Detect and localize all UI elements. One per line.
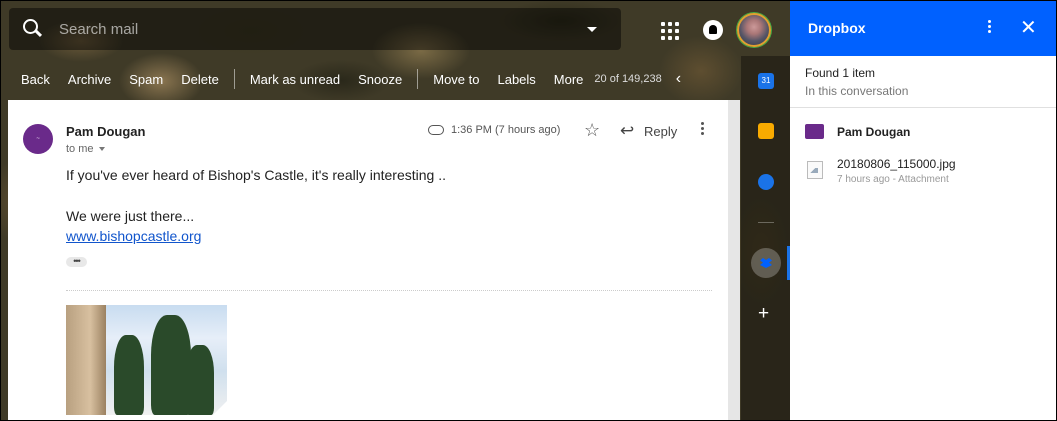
side-panel-strip: [741, 56, 790, 420]
image-file-icon[interactable]: [807, 161, 823, 179]
spam-button[interactable]: Spam: [120, 72, 172, 87]
website-link[interactable]: www.bishopcastle.org: [66, 228, 201, 244]
search-options-icon[interactable]: [587, 26, 597, 32]
mark-unread-button[interactable]: Mark as unread: [241, 72, 349, 87]
show-trimmed-content-button[interactable]: •••: [66, 257, 87, 267]
search-bar[interactable]: [9, 8, 621, 50]
results-scope: In this conversation: [805, 84, 909, 98]
sender-avatar[interactable]: ~: [23, 124, 53, 154]
email-scrollbar[interactable]: [728, 100, 740, 420]
reply-icon[interactable]: ↩: [620, 121, 634, 141]
search-icon[interactable]: [23, 19, 43, 39]
toolbar-divider: [417, 69, 419, 89]
message-toolbar: Back Archive Spam Delete Mark as unread …: [1, 59, 741, 99]
sender-avatar: [805, 124, 824, 139]
message-time: 1:36 PM (7 hours ago): [451, 124, 561, 136]
recipient-label: to me: [66, 143, 94, 155]
delete-button[interactable]: Delete: [172, 72, 228, 87]
panel-title: Dropbox: [808, 20, 866, 36]
star-icon[interactable]: ☆: [584, 120, 600, 141]
reply-button[interactable]: Reply: [644, 124, 677, 139]
snooze-button[interactable]: Snooze: [349, 72, 411, 87]
sender-name[interactable]: Pam Dougan: [66, 124, 145, 139]
toolbar-divider: [233, 69, 235, 89]
result-sender: Pam Dougan: [837, 125, 911, 139]
chevron-down-icon[interactable]: [98, 147, 105, 152]
calendar-icon[interactable]: 31: [758, 73, 774, 89]
move-to-button[interactable]: Move to: [424, 72, 488, 87]
panel-header: Dropbox ✕: [790, 1, 1056, 56]
add-addon-icon[interactable]: +: [758, 303, 769, 325]
more-options-icon[interactable]: [701, 122, 705, 137]
more-button[interactable]: More: [545, 72, 593, 87]
more-options-icon[interactable]: [988, 20, 992, 35]
labels-button[interactable]: Labels: [488, 72, 544, 87]
panel-divider: [790, 107, 1056, 108]
message-count: 20 of 149,238: [594, 73, 662, 85]
close-icon[interactable]: ✕: [1020, 15, 1037, 40]
recipient-details[interactable]: to me: [66, 143, 105, 155]
side-divider: [758, 222, 774, 223]
file-meta: 7 hours ago - Attachment: [837, 174, 949, 185]
file-name[interactable]: 20180806_115000.jpg: [837, 157, 956, 171]
chevron-left-icon[interactable]: ‹: [676, 70, 681, 88]
account-avatar[interactable]: [737, 13, 771, 47]
image-attachment-thumbnail[interactable]: [66, 305, 227, 415]
tasks-icon[interactable]: [758, 174, 774, 190]
attachment-divider: [66, 290, 712, 291]
search-input[interactable]: [57, 19, 581, 39]
results-count: Found 1 item: [805, 66, 876, 80]
body-line-2: We were just there...: [66, 208, 195, 224]
page-fold-icon: [213, 401, 227, 415]
window: Back Archive Spam Delete Mark as unread …: [0, 0, 1057, 421]
back-button[interactable]: Back: [1, 72, 59, 87]
attachment-icon: [428, 125, 444, 135]
body-line-1: If you've ever heard of Bishop's Castle,…: [66, 167, 446, 183]
notifications-icon[interactable]: [703, 20, 723, 40]
email-message: ~ Pam Dougan to me 1:36 PM (7 hours ago)…: [8, 100, 728, 420]
top-right-icons: [661, 13, 771, 47]
archive-button[interactable]: Archive: [59, 72, 120, 87]
keep-icon[interactable]: [758, 123, 774, 139]
dropbox-panel: Dropbox ✕ Found 1 item In this conversat…: [790, 1, 1056, 420]
dropbox-icon[interactable]: [751, 248, 781, 278]
apps-grid-icon[interactable]: [661, 22, 679, 40]
